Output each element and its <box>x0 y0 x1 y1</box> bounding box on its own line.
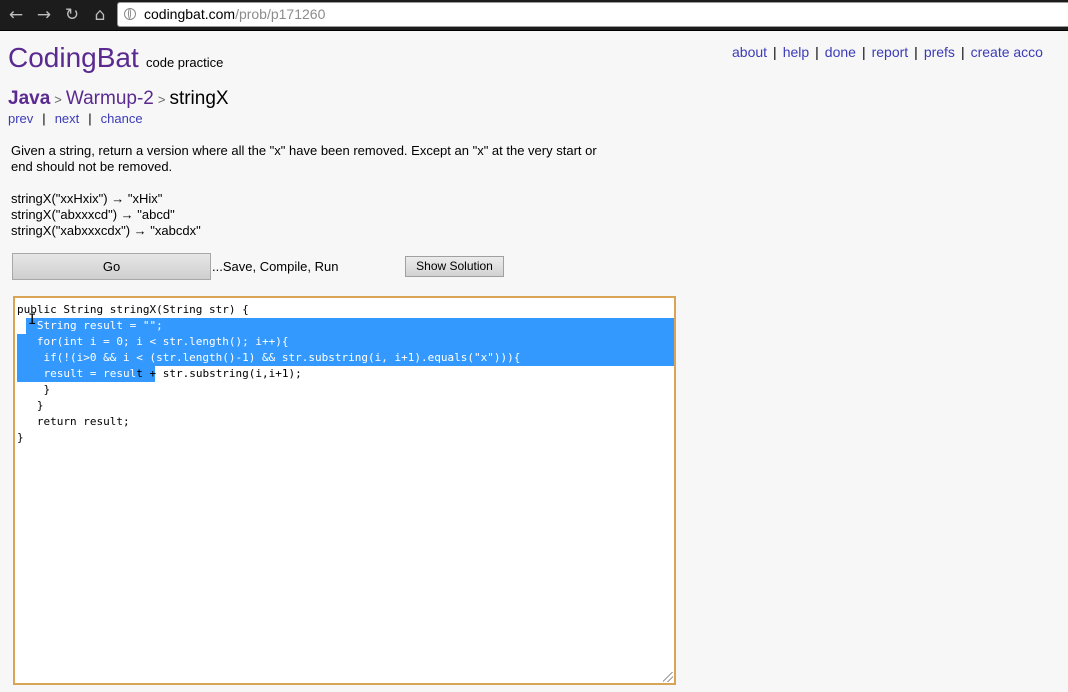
done-link[interactable]: done <box>825 44 856 60</box>
code-text[interactable]: public String stringX(String str) { Stri… <box>17 302 520 446</box>
description-line: end should not be removed. <box>11 159 173 174</box>
problem-nav: prev | next | chance <box>8 111 143 126</box>
forward-icon[interactable]: → <box>33 4 55 26</box>
prefs-link[interactable]: prefs <box>924 44 955 60</box>
reload-icon[interactable]: ↻ <box>61 4 83 26</box>
url-path: /prob/p171260 <box>235 6 326 22</box>
separator: | <box>960 44 965 60</box>
code-line: } <box>17 383 51 396</box>
back-icon[interactable]: ← <box>5 4 27 26</box>
url-text: codingbat.com/prob/p171260 <box>144 6 325 22</box>
breadcrumb-arrow: > <box>157 92 166 107</box>
prev-link[interactable]: prev <box>8 111 33 126</box>
top-nav: about | help | done | report | prefs | create acco <box>732 44 1043 60</box>
example-item: stringX("xabxxxcdx") → "xabcdx" <box>11 223 201 238</box>
report-link[interactable]: report <box>872 44 909 60</box>
create-account-link[interactable]: create acco <box>971 44 1043 60</box>
browser-toolbar: ← → ↻ ⌂ codingbat.com/prob/p171260 <box>0 0 1068 31</box>
separator: | <box>42 111 46 126</box>
breadcrumb: Java > Warmup-2 > stringX <box>8 88 229 110</box>
code-editor[interactable]: public String stringX(String str) { Stri… <box>13 296 676 685</box>
about-link[interactable]: about <box>732 44 767 60</box>
code-line: } <box>17 399 44 412</box>
breadcrumb-arrow: > <box>54 92 62 107</box>
save-compile-run-text: ...Save, Compile, Run <box>212 259 339 274</box>
code-line: for(int i = 0; i < str.length(); i++){ <box>17 335 289 348</box>
address-bar[interactable]: codingbat.com/prob/p171260 <box>117 2 1068 27</box>
url-host: codingbat.com <box>144 6 236 22</box>
go-button[interactable]: Go <box>12 253 211 280</box>
examples-list: stringX("xxHxix") → "xHix" stringX("abxx… <box>11 191 201 239</box>
text-cursor-icon: I <box>28 312 37 328</box>
help-link[interactable]: help <box>783 44 809 60</box>
example-item: stringX("xxHxix") → "xHix" <box>11 191 163 206</box>
separator: | <box>914 44 918 60</box>
site-tagline: code practice <box>146 55 224 70</box>
problem-description: Given a string, return a version where a… <box>11 143 711 175</box>
code-line: String result = ""; <box>17 319 163 332</box>
separator: | <box>773 44 777 60</box>
site-logo[interactable]: CodingBat <box>8 42 139 74</box>
example-item: stringX("abxxxcd") → "abcd" <box>11 207 175 222</box>
description-line: Given a string, return a version where a… <box>11 143 597 158</box>
separator: | <box>861 44 866 60</box>
show-solution-button[interactable]: Show Solution <box>405 256 504 277</box>
code-line: public String stringX(String str) { <box>17 303 249 316</box>
chance-link[interactable]: chance <box>101 111 143 126</box>
code-line: return result; <box>17 415 130 428</box>
code-line: result = result + str.substring(i,i+1); <box>17 367 302 380</box>
breadcrumb-category[interactable]: Warmup-2 <box>66 88 154 109</box>
code-line: } <box>17 431 24 444</box>
separator: | <box>88 111 92 126</box>
next-link[interactable]: next <box>55 111 80 126</box>
breadcrumb-problem: stringX <box>169 88 229 109</box>
separator: | <box>815 44 819 60</box>
code-line: if(!(i>0 && i < (str.length()-1) && str.… <box>17 351 521 364</box>
breadcrumb-language[interactable]: Java <box>8 88 50 109</box>
home-icon[interactable]: ⌂ <box>89 4 111 26</box>
resize-grip-icon[interactable] <box>663 672 673 682</box>
globe-icon <box>124 8 136 20</box>
